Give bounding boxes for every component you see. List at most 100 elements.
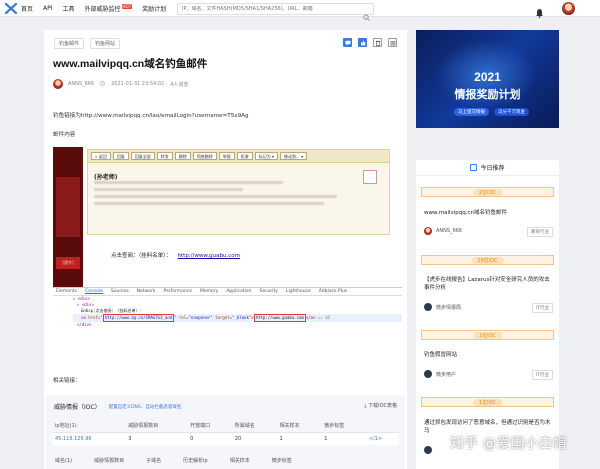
publish-date: 2021-01-31 23:54:02 <box>111 81 165 87</box>
devtools-tab-sources[interactable]: Sources <box>111 289 129 294</box>
search-input[interactable] <box>182 6 362 12</box>
recommend-item-title[interactable]: 钓鱼假冒网站 <box>424 351 552 359</box>
mail-btn-report[interactable]: 举报 <box>218 152 235 160</box>
cell-samples: 1 <box>276 432 322 445</box>
mail-btn-reject[interactable]: 拒收 <box>236 152 253 160</box>
mail-window: « 返回 回复 回复全部 转发 删除 彻底删除 举报 拒收 标记为 ▾ 移动到.… <box>87 149 390 235</box>
nav-tools[interactable]: 工具 <box>63 4 75 13</box>
recommend-item-user[interactable]: 微步情报局 <box>424 303 461 311</box>
reward-banner[interactable]: 2021 情报奖励计划 马上提交情报 瓜分千万现金 <box>416 30 559 128</box>
devtools-tab-security[interactable]: Security <box>259 289 277 294</box>
cell-ip[interactable]: 45.118.126.96 <box>52 432 126 445</box>
comment-icon[interactable] <box>343 38 352 47</box>
logo-icon[interactable] <box>4 2 18 14</box>
cell-tags: 1 <box>321 432 366 445</box>
phish-link-text: 钓鱼链接为http://www.mailvipqq.cn/lao/emailLo… <box>53 113 249 119</box>
like-icon[interactable] <box>358 38 367 47</box>
ioc-title: 威胁情报（IOC） <box>54 404 101 411</box>
ioc-domain-header: 域名(1) 威胁情报数目 子域名 历史解析ip 相关样本 微步标签 <box>52 457 399 464</box>
cell-count: 3 <box>125 432 188 445</box>
devtools-tab-console[interactable]: Console <box>84 289 103 294</box>
mail-btn-move[interactable]: 移动到... ▾ <box>280 152 308 160</box>
recommend-item-category[interactable]: IT行业 <box>531 303 553 313</box>
top-nav: 首页 API 工具 外部威胁监控 HOT 奖励计划 <box>0 0 600 21</box>
mail-click-label: 点击查阅：（挂料名单）： <box>111 253 172 259</box>
mail-btn-forward[interactable]: 转发 <box>156 152 173 160</box>
devtools-tab-application[interactable]: Application <box>226 289 251 294</box>
tag-phishing-site[interactable]: 钓鱼网站 <box>90 38 121 49</box>
redacted-line <box>94 202 324 205</box>
recommend-item-user[interactable] <box>424 446 436 454</box>
hot-badge: HOT <box>121 3 133 9</box>
search-box[interactable] <box>177 3 374 21</box>
mail-btn-back[interactable]: « 返回 <box>91 152 111 160</box>
recommend-item-category[interactable]: 教育行业 <box>527 227 553 237</box>
author-avatar[interactable] <box>53 79 63 89</box>
ioc-dns-link[interactable]: 配置自定义DNS，自动拦截恶意域名 <box>109 404 182 410</box>
nav-threat-monitor[interactable]: 外部威胁监控 HOT <box>85 3 133 13</box>
mail-left-bar: [酒令] <box>53 147 83 289</box>
mail-btn-delete[interactable]: 删除 <box>174 152 191 160</box>
nav-api[interactable]: API <box>43 5 53 12</box>
user-avatar[interactable] <box>562 2 575 15</box>
share-icon[interactable] <box>388 38 397 47</box>
dom-tree: ▸ <div> ▸ <div> &nbsp;点击查阅：（挂料名单）： <a hr… <box>53 296 402 328</box>
col-tags: 微步标签 <box>321 419 366 433</box>
devtools-tab-lighthouse[interactable]: Lighthouse <box>286 289 311 294</box>
ioc-download-button[interactable]: ⤓ 下载IOC表格 <box>364 402 397 409</box>
col-domain: 域名(1) <box>55 458 73 464</box>
banner-submit-pill[interactable]: 马上提交情报 <box>454 108 489 116</box>
mail-click-link[interactable]: http://www.guabu.com <box>178 253 240 259</box>
article-tags: 钓鱼邮件 钓鱼网站 <box>54 38 121 49</box>
search-icon[interactable] <box>363 6 370 25</box>
col-domain-tags: 微步标签 <box>271 458 292 464</box>
col-ip: ip地址(1) <box>52 419 126 433</box>
code-anchor: http://www.guabu.com <box>253 314 306 322</box>
dom-line[interactable]: </div> <box>73 322 402 328</box>
devtools-tab-memory[interactable]: Memory <box>200 289 218 294</box>
zhihu-watermark: 知乎 @爱国小白帽 <box>450 436 567 452</box>
ioc-count-badge: 1位IOC <box>421 330 554 340</box>
ioc-count-badge: 2位IOC <box>421 187 554 197</box>
ioc-ip-table: ip地址(1) 威胁情报数目 开放端口 所属域名 相关样本 微步标签 45.11… <box>52 419 399 445</box>
recommend-item-title[interactable]: 【虎步在线报告】Lazarus针对安全研究人员的攻击事件分析 <box>424 276 552 292</box>
nav-rewards[interactable]: 奖励计划 <box>142 4 166 13</box>
devtools-tab-adblock[interactable]: Adblock Plus <box>319 289 347 294</box>
col-samples: 相关样本 <box>276 419 322 433</box>
bell-icon[interactable] <box>535 3 544 22</box>
nav-home[interactable]: 首页 <box>21 4 33 13</box>
devtools-tab-network[interactable]: Network <box>137 289 156 294</box>
article-card: 钓鱼邮件 钓鱼网站 www.mailvipqq.cn域名钓鱼邮件 ANNS_66… <box>44 30 407 469</box>
table-header-row: ip地址(1) 威胁情报数目 开放端口 所属域名 相关样本 微步标签 <box>52 419 399 433</box>
redacted-line <box>94 195 337 198</box>
recommend-item-user[interactable]: 微步用户 <box>424 370 456 378</box>
avatar <box>424 446 432 454</box>
ioc-header: 威胁情报（IOC） 配置自定义DNS，自动拦截恶意域名 <box>54 402 181 411</box>
recommend-title: 今日推荐 <box>480 165 505 172</box>
recommend-item-title[interactable]: www.mailvipqq.cn域名钓鱼邮件 <box>424 209 552 217</box>
author-name[interactable]: ANNS_666 <box>68 81 94 87</box>
pager[interactable]: </1> <box>365 432 399 445</box>
devtools-tab-performance[interactable]: Performance <box>163 289 192 294</box>
mail-toolbar: « 返回 回复 回复全部 转发 删除 彻底删除 举报 拒收 标记为 ▾ 移动到.… <box>88 150 389 163</box>
recommend-user-name: 微步用户 <box>436 371 457 378</box>
col-pager <box>365 419 399 433</box>
recommend-item-user[interactable]: ANNS_666 <box>424 227 462 235</box>
mail-btn-reply-all[interactable]: 回复全部 <box>130 152 155 160</box>
recommend-item-category[interactable]: IT行业 <box>531 370 553 380</box>
banner-cash-pill[interactable]: 瓜分千万现金 <box>494 108 529 116</box>
mail-btn-mark[interactable]: 标记为 ▾ <box>254 152 278 160</box>
delete-icon[interactable] <box>373 38 382 47</box>
tag-phishing-email[interactable]: 钓鱼邮件 <box>54 38 85 49</box>
col-ports: 开放端口 <box>187 419 232 433</box>
avatar <box>424 303 432 311</box>
ioc-count-badge: 1位IOC <box>421 397 554 407</box>
mail-btn-purge[interactable]: 彻底删除 <box>192 152 217 160</box>
devtools-tabs: Elements Console Sources Network Perform… <box>53 288 402 296</box>
devtools-tab-elements[interactable]: Elements <box>56 289 77 294</box>
banner-year: 2021 <box>474 70 501 84</box>
ioc-download-label: 下载IOC表格 <box>368 403 397 409</box>
ioc-badge-label: 2位IOC <box>472 189 503 196</box>
dom-line-selected[interactable]: <a href=" http://www.qq.cn/SMAG7G3_and " r… <box>73 314 402 322</box>
mail-btn-reply[interactable]: 回复 <box>112 152 129 160</box>
